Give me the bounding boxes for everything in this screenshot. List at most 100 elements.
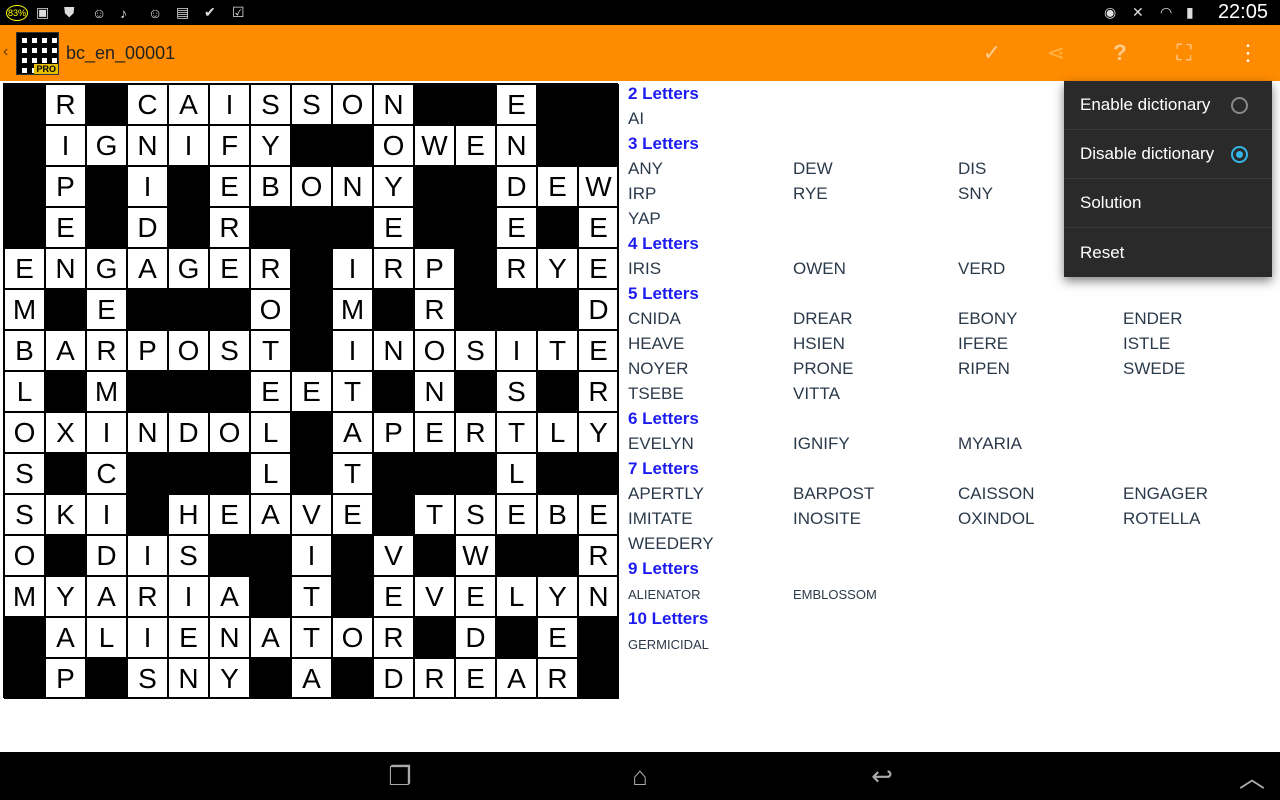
grid-cell[interactable]: S: [250, 84, 291, 125]
grid-cell[interactable]: M: [4, 289, 45, 330]
home-button[interactable]: ⌂: [600, 752, 680, 800]
grid-cell[interactable]: L: [537, 412, 578, 453]
grid-cell[interactable]: O: [332, 617, 373, 658]
grid-cell[interactable]: R: [414, 658, 455, 699]
grid-cell[interactable]: A: [291, 658, 332, 699]
grid-cell[interactable]: E: [168, 617, 209, 658]
overflow-menu-button[interactable]: ⋮: [1216, 25, 1280, 81]
grid-cell[interactable]: T: [250, 330, 291, 371]
grid-cell[interactable]: A: [332, 412, 373, 453]
grid-cell[interactable]: E: [414, 412, 455, 453]
grid-cell[interactable]: A: [250, 494, 291, 535]
grid-cell[interactable]: R: [209, 207, 250, 248]
grid-cell[interactable]: A: [209, 576, 250, 617]
grid-cell[interactable]: E: [455, 658, 496, 699]
grid-cell[interactable]: G: [86, 125, 127, 166]
grid-cell[interactable]: V: [373, 535, 414, 576]
grid-cell[interactable]: M: [4, 576, 45, 617]
recent-apps-button[interactable]: ❐: [360, 752, 440, 800]
share-button[interactable]: ⋖: [1024, 25, 1088, 81]
grid-cell[interactable]: E: [45, 207, 86, 248]
grid-cell[interactable]: E: [455, 125, 496, 166]
grid-cell[interactable]: O: [414, 330, 455, 371]
grid-cell[interactable]: E: [578, 248, 619, 289]
grid-cell[interactable]: P: [373, 412, 414, 453]
grid-cell[interactable]: T: [496, 412, 537, 453]
grid-cell[interactable]: Y: [578, 412, 619, 453]
up-arrow-button[interactable]: ︿: [1212, 752, 1280, 800]
grid-cell[interactable]: I: [332, 330, 373, 371]
grid-cell[interactable]: N: [209, 617, 250, 658]
grid-cell[interactable]: E: [578, 494, 619, 535]
grid-cell[interactable]: N: [414, 371, 455, 412]
grid-cell[interactable]: E: [496, 207, 537, 248]
up-chevron-icon[interactable]: ‹: [3, 43, 8, 61]
grid-cell[interactable]: E: [209, 248, 250, 289]
grid-cell[interactable]: L: [496, 576, 537, 617]
grid-cell[interactable]: D: [86, 535, 127, 576]
app-icon[interactable]: PRO: [16, 32, 59, 75]
grid-cell[interactable]: L: [86, 617, 127, 658]
grid-cell[interactable]: I: [291, 535, 332, 576]
grid-cell[interactable]: E: [578, 330, 619, 371]
grid-cell[interactable]: I: [127, 166, 168, 207]
grid-cell[interactable]: N: [127, 412, 168, 453]
menu-item-disable-dictionary[interactable]: Disable dictionary: [1064, 130, 1272, 179]
grid-cell[interactable]: H: [168, 494, 209, 535]
grid-cell[interactable]: E: [455, 576, 496, 617]
grid-cell[interactable]: R: [537, 658, 578, 699]
grid-cell[interactable]: Y: [250, 125, 291, 166]
fullscreen-button[interactable]: ⛶: [1152, 25, 1216, 81]
grid-cell[interactable]: E: [209, 494, 250, 535]
grid-cell[interactable]: C: [86, 453, 127, 494]
grid-cell[interactable]: P: [414, 248, 455, 289]
grid-cell[interactable]: O: [4, 412, 45, 453]
grid-cell[interactable]: A: [127, 248, 168, 289]
grid-cell[interactable]: L: [250, 453, 291, 494]
grid-cell[interactable]: R: [455, 412, 496, 453]
grid-cell[interactable]: E: [4, 248, 45, 289]
back-button[interactable]: ↩: [842, 752, 922, 800]
grid-cell[interactable]: P: [45, 658, 86, 699]
grid-cell[interactable]: E: [250, 371, 291, 412]
grid-cell[interactable]: A: [45, 330, 86, 371]
grid-cell[interactable]: R: [373, 617, 414, 658]
grid-cell[interactable]: I: [496, 330, 537, 371]
crossword-grid[interactable]: RCAISSONEIGNIFYOWENPIEBONYDEWEDREEEENGAG…: [3, 83, 619, 699]
grid-cell[interactable]: T: [291, 576, 332, 617]
grid-cell[interactable]: D: [373, 658, 414, 699]
grid-cell[interactable]: T: [332, 453, 373, 494]
grid-cell[interactable]: S: [291, 84, 332, 125]
grid-cell[interactable]: N: [332, 166, 373, 207]
grid-cell[interactable]: R: [127, 576, 168, 617]
grid-cell[interactable]: S: [168, 535, 209, 576]
grid-cell[interactable]: I: [86, 494, 127, 535]
grid-cell[interactable]: E: [373, 576, 414, 617]
grid-cell[interactable]: E: [373, 207, 414, 248]
grid-cell[interactable]: Y: [209, 658, 250, 699]
grid-cell[interactable]: E: [332, 494, 373, 535]
grid-cell[interactable]: D: [496, 166, 537, 207]
grid-cell[interactable]: D: [127, 207, 168, 248]
grid-cell[interactable]: R: [414, 289, 455, 330]
grid-cell[interactable]: I: [209, 84, 250, 125]
grid-cell[interactable]: E: [537, 617, 578, 658]
grid-cell[interactable]: N: [496, 125, 537, 166]
grid-cell[interactable]: S: [4, 494, 45, 535]
grid-cell[interactable]: D: [455, 617, 496, 658]
grid-cell[interactable]: S: [496, 371, 537, 412]
grid-cell[interactable]: W: [414, 125, 455, 166]
grid-cell[interactable]: R: [86, 330, 127, 371]
grid-cell[interactable]: E: [86, 289, 127, 330]
grid-cell[interactable]: D: [168, 412, 209, 453]
grid-cell[interactable]: C: [127, 84, 168, 125]
grid-cell[interactable]: B: [537, 494, 578, 535]
grid-cell[interactable]: S: [455, 330, 496, 371]
grid-cell[interactable]: G: [168, 248, 209, 289]
grid-cell[interactable]: N: [45, 248, 86, 289]
grid-cell[interactable]: V: [291, 494, 332, 535]
grid-cell[interactable]: T: [537, 330, 578, 371]
grid-cell[interactable]: N: [578, 576, 619, 617]
grid-cell[interactable]: S: [127, 658, 168, 699]
grid-cell[interactable]: V: [414, 576, 455, 617]
